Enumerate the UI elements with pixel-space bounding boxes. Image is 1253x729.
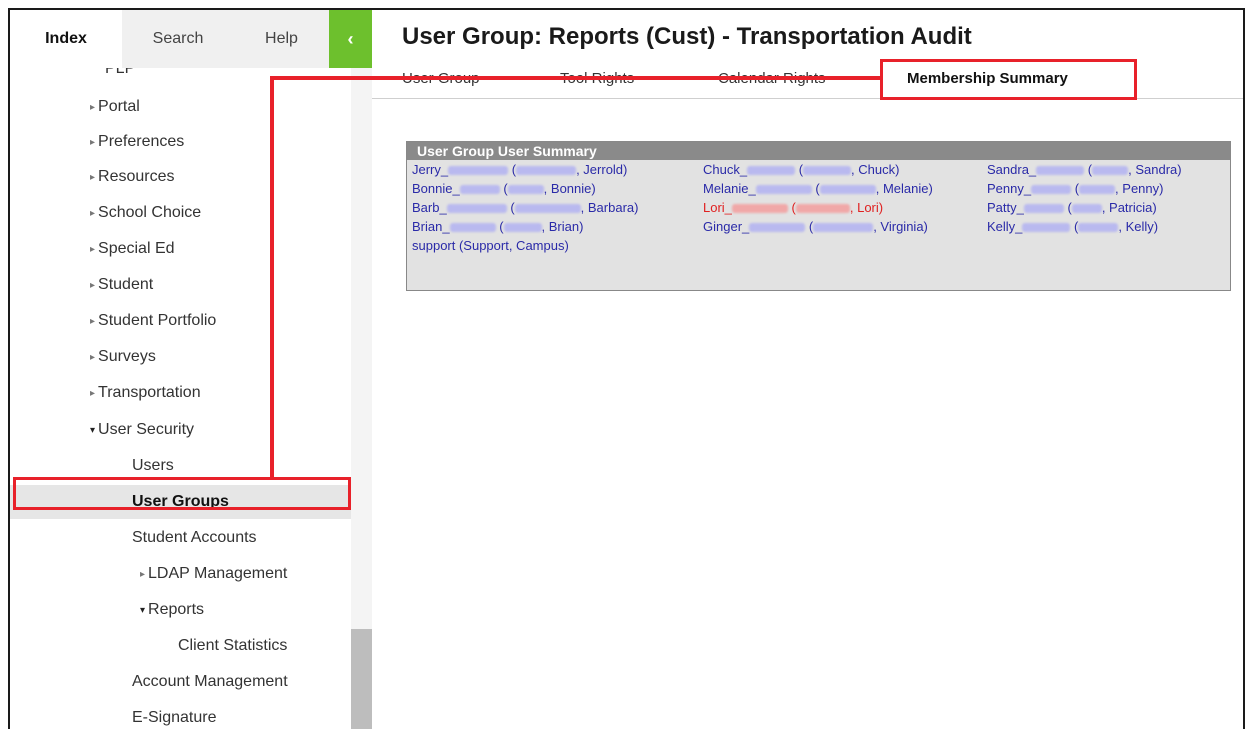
member-link[interactable]: Penny_ (, Penny) (987, 181, 1163, 196)
expand-arrow-icon: ▸ (90, 244, 96, 255)
tree-item-preferences[interactable]: ▸ Preferences (90, 125, 184, 159)
member-link[interactable]: Barb_ (, Barbara) (412, 200, 638, 215)
tree-item-surveys[interactable]: ▸ Surveys (90, 340, 156, 374)
member-link[interactable]: Sandra_ (, Sandra) (987, 162, 1182, 177)
collapse-sidebar-button[interactable]: ‹ (329, 10, 372, 68)
collapse-arrow-icon: ▾ (140, 605, 146, 616)
collapse-arrow-icon: ▾ (90, 425, 96, 436)
left-navigation: Index Search Help ‹ PLP ▸ Portal ▸ Prefere… (10, 10, 372, 729)
tree-item-user-security[interactable]: ▾ User Security (90, 413, 194, 447)
main-content: User Group: Reports (Cust) - Transportat… (372, 10, 1243, 729)
tree-item-special-ed[interactable]: ▸ Special Ed (90, 232, 175, 266)
expand-arrow-icon: ▸ (90, 388, 96, 399)
highlight-box-membership-summary (880, 59, 1137, 100)
chevron-left-icon: ‹ (347, 29, 354, 49)
tab-help[interactable]: Help (234, 10, 329, 68)
page-title: User Group: Reports (Cust) - Transportat… (402, 23, 972, 50)
tree-item-transportation[interactable]: ▸ Transportation (90, 376, 201, 410)
nav-scrollbar[interactable] (351, 68, 372, 729)
expand-arrow-icon: ▸ (90, 280, 96, 291)
expand-arrow-icon: ▸ (90, 316, 96, 327)
member-link[interactable]: Patty_ (, Patricia) (987, 200, 1157, 215)
tree-item-partial[interactable]: PLP (105, 68, 135, 78)
tab-index[interactable]: Index (10, 10, 122, 68)
highlight-box-user-groups (13, 477, 351, 510)
tab-search[interactable]: Search (122, 10, 234, 68)
tree-item-account-management[interactable]: Account Management (132, 665, 288, 699)
tree-item-school-choice[interactable]: ▸ School Choice (90, 196, 201, 230)
nav-scrollbar-thumb[interactable] (351, 629, 372, 729)
member-link[interactable]: Chuck_ (, Chuck) (703, 162, 899, 177)
tree-item-e-signature[interactable]: E-Signature (132, 701, 217, 729)
expand-arrow-icon: ▸ (90, 352, 96, 363)
tree-item-reports[interactable]: ▾ Reports (140, 593, 204, 627)
expand-arrow-icon: ▸ (90, 208, 96, 219)
tree-item-student-accounts[interactable]: Student Accounts (132, 521, 257, 555)
expand-arrow-icon: ▸ (90, 102, 96, 113)
annotation-connector-horizontal (270, 76, 882, 80)
tree-item-resources[interactable]: ▸ Resources (90, 160, 175, 194)
member-link[interactable]: Kelly_ (, Kelly) (987, 219, 1158, 234)
expand-arrow-icon: ▸ (90, 172, 96, 183)
nav-tab-bar: Index Search Help ‹ (10, 10, 372, 68)
tree-item-student[interactable]: ▸ Student (90, 268, 153, 302)
tree-item-student-portfolio[interactable]: ▸ Student Portfolio (90, 304, 216, 338)
app-window: Index Search Help ‹ PLP ▸ Portal ▸ Prefere… (8, 8, 1245, 729)
navigation-tree: PLP ▸ Portal ▸ Preferences ▸ Resources ▸ Sch… (10, 68, 351, 729)
member-link-support[interactable]: support (Support, Campus) (412, 238, 569, 253)
annotation-connector-vertical (270, 76, 274, 479)
member-link[interactable]: Ginger_ (, Virginia) (703, 219, 928, 234)
expand-arrow-icon: ▸ (140, 569, 146, 580)
expand-arrow-icon: ▸ (90, 137, 96, 148)
member-link[interactable]: Bonnie_ (, Bonnie) (412, 181, 596, 196)
member-link-highlighted[interactable]: Lori_ (, Lori) (703, 200, 883, 215)
member-link[interactable]: Brian_ (, Brian) (412, 219, 583, 234)
member-link[interactable]: Jerry_ (, Jerrold) (412, 162, 627, 177)
user-summary-panel: User Group User Summary Jerry_ (, Jerrol… (406, 141, 1231, 291)
tree-item-ldap-management[interactable]: ▸ LDAP Management (140, 557, 287, 591)
tree-item-client-statistics[interactable]: Client Statistics (178, 629, 287, 663)
member-link[interactable]: Melanie_ (, Melanie) (703, 181, 933, 196)
tree-item-portal[interactable]: ▸ Portal (90, 90, 140, 124)
panel-title: User Group User Summary (407, 142, 1230, 160)
